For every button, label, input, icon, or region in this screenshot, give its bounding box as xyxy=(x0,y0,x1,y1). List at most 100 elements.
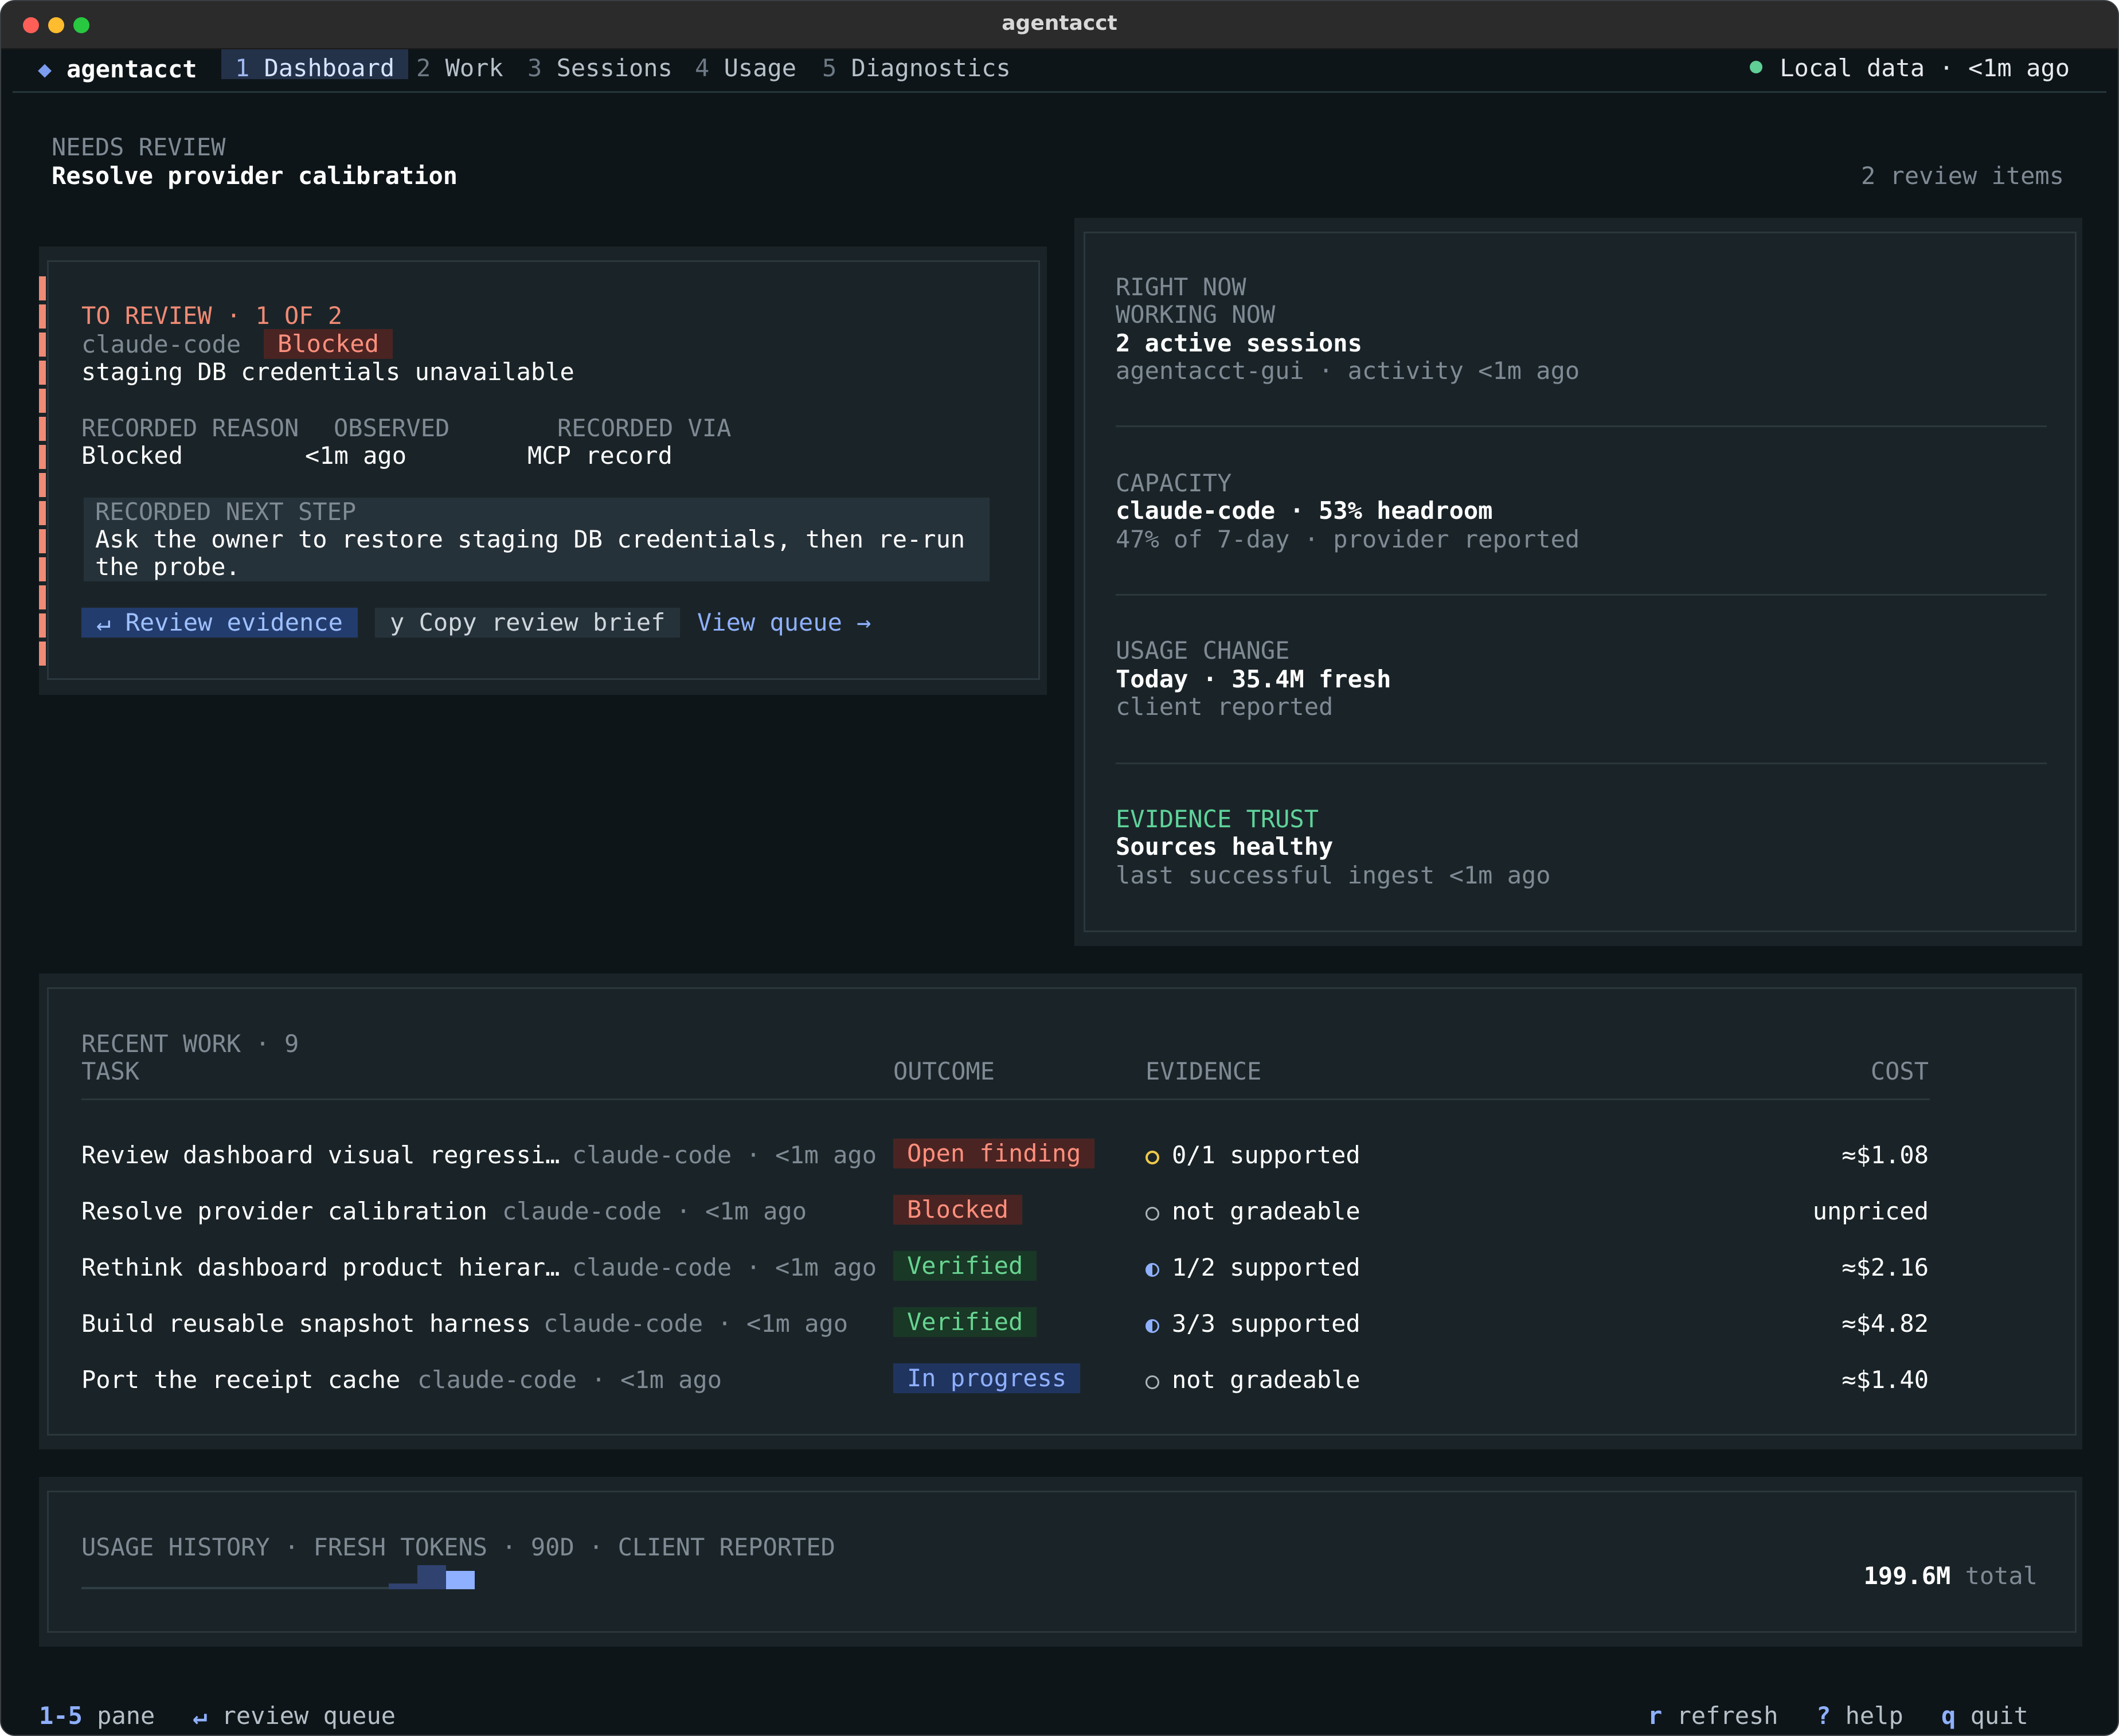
evidence-text: 3/3 supported xyxy=(1172,1309,1360,1338)
review-evidence-button[interactable]: ↵ Review evidence xyxy=(81,608,358,638)
observed-value: <1m ago xyxy=(305,441,407,470)
review-heading: TO REVIEW · 1 OF 2 xyxy=(81,302,343,330)
tab-label: Dashboard xyxy=(264,54,395,82)
view-queue-link[interactable]: View queue → xyxy=(697,608,871,638)
evidence-trust-value: Sources healthy xyxy=(1116,832,1334,861)
status-dot-icon xyxy=(1750,61,1762,73)
task-title: Port the receipt cache xyxy=(81,1366,401,1394)
hint-key: q xyxy=(1941,1702,1956,1730)
outcome-badge: Verified xyxy=(893,1307,1037,1337)
tab-sessions[interactable]: 3 Sessions xyxy=(527,49,673,82)
task-title: Resolve provider calibration xyxy=(81,1197,488,1225)
hint-pane[interactable]: 1-5 pane xyxy=(39,1702,155,1730)
task-title: Build reusable snapshot harness xyxy=(81,1309,531,1338)
sparkline-bar xyxy=(417,1565,446,1589)
working-now-label: WORKING NOW xyxy=(1116,300,1276,329)
capacity-label: CAPACITY xyxy=(1116,469,1232,497)
right-now-label: RIGHT NOW xyxy=(1116,273,1246,301)
partial-evidence-icon xyxy=(1145,1151,1159,1164)
working-now-value: 2 active sessions xyxy=(1116,329,1362,357)
tab-label: Work xyxy=(445,54,503,82)
usage-history-card xyxy=(47,1491,2077,1633)
evidence-trust-sub: last successful ingest <1m ago xyxy=(1116,861,1551,889)
column-header-outcome: OUTCOME xyxy=(893,1057,995,1085)
evidence-text: not gradeable xyxy=(1172,1197,1360,1225)
divider xyxy=(1116,425,2047,427)
evidence-text: not gradeable xyxy=(1172,1366,1360,1394)
task-meta: claude-code · <1m ago xyxy=(417,1366,722,1394)
usage-total-value: 199.6M xyxy=(1863,1562,1951,1590)
hint-label: refresh xyxy=(1676,1702,1778,1730)
tab-dashboard[interactable]: 1 Dashboard xyxy=(221,49,409,82)
task-title: Rethink dashboard product hierar… xyxy=(81,1253,560,1281)
sparkline-bar xyxy=(389,1583,417,1589)
task-meta: claude-code · <1m ago xyxy=(502,1197,807,1225)
usage-change-label: USAGE CHANGE xyxy=(1116,636,1290,664)
hint-review-queue[interactable]: ↵ review queue xyxy=(193,1702,396,1730)
status-badge: Blocked xyxy=(264,329,393,359)
hint-label: review queue xyxy=(221,1702,396,1730)
hint-help[interactable]: ? help xyxy=(1816,1702,1903,1730)
capacity-value: claude-code · 53% headroom xyxy=(1116,496,1493,525)
hint-label: help xyxy=(1845,1702,1903,1730)
column-header-evidence: EVIDENCE xyxy=(1145,1057,1262,1085)
task-cost: ≈$4.82 xyxy=(1842,1309,1929,1338)
recorded-via-label: RECORDED VIA xyxy=(557,414,732,442)
hint-quit[interactable]: q quit xyxy=(1941,1702,2028,1730)
copy-review-brief-button[interactable]: y Copy review brief xyxy=(375,608,681,638)
task-meta: claude-code · <1m ago xyxy=(572,1253,877,1281)
sparkline-bar xyxy=(446,1571,475,1589)
outcome-badge: Blocked xyxy=(893,1195,1023,1225)
hint-key: r xyxy=(1648,1702,1663,1730)
recorded-reason-value: Blocked xyxy=(81,441,183,470)
usage-change-value: Today · 35.4M fresh xyxy=(1116,665,1391,693)
next-step-line-1: Ask the owner to restore staging DB cred… xyxy=(95,525,965,553)
divider xyxy=(1116,763,2047,764)
diamond-icon: ◆ xyxy=(38,56,52,83)
recorded-via-value: MCP record xyxy=(527,441,673,470)
title-bar: agentacct xyxy=(1,1,2118,49)
app-brand: agentacct xyxy=(67,55,197,83)
working-now-sub: agentacct-gui · activity <1m ago xyxy=(1116,357,1580,385)
hint-refresh[interactable]: r refresh xyxy=(1648,1702,1778,1730)
hint-key: 1-5 xyxy=(39,1702,83,1730)
tab-number: 3 xyxy=(527,54,542,82)
evidence-text: 0/1 supported xyxy=(1172,1141,1360,1169)
usage-total-label: total xyxy=(1965,1562,2038,1590)
capacity-sub: 47% of 7-day · provider reported xyxy=(1116,525,1580,553)
table-header-divider xyxy=(81,1098,1930,1100)
recent-work-title: RECENT WORK · 9 xyxy=(81,1030,299,1058)
task-cost: ≈$1.40 xyxy=(1842,1366,1929,1394)
tab-number: 4 xyxy=(695,54,710,82)
column-header-cost: COST xyxy=(1870,1057,1929,1085)
column-header-task: TASK xyxy=(81,1057,140,1085)
task-cost: ≈$1.08 xyxy=(1842,1141,1929,1169)
usage-sparkline xyxy=(81,1565,475,1589)
next-step-line-2: the probe. xyxy=(95,553,240,581)
review-summary: staging DB credentials unavailable xyxy=(81,358,574,386)
hint-label: quit xyxy=(1970,1702,2028,1730)
tab-label: Sessions xyxy=(556,54,673,82)
evidence-trust-label: EVIDENCE TRUST xyxy=(1116,805,1319,833)
key-hints-footer: 1-5 pane ↵ review queue r refresh ? help… xyxy=(1,1695,2118,1735)
divider xyxy=(1116,594,2047,596)
usage-change-sub: client reported xyxy=(1116,693,1334,721)
outcome-badge: Open finding xyxy=(893,1139,1095,1168)
tab-number: 1 xyxy=(235,54,250,82)
outcome-badge: Verified xyxy=(893,1251,1037,1281)
evidence-text: 1/2 supported xyxy=(1172,1253,1360,1281)
half-circle-icon xyxy=(1145,1319,1159,1333)
section-label: NEEDS REVIEW xyxy=(52,133,226,161)
page-title: Resolve provider calibration xyxy=(52,162,458,190)
tab-diagnostics[interactable]: 5 Diagnostics xyxy=(822,49,1011,82)
tab-work[interactable]: 2 Work xyxy=(416,49,503,82)
task-cost: ≈$2.16 xyxy=(1842,1253,1929,1281)
tab-label: Usage xyxy=(724,54,797,82)
observed-label: OBSERVED xyxy=(334,414,450,442)
tab-label: Diagnostics xyxy=(851,54,1011,82)
task-meta: claude-code · <1m ago xyxy=(572,1141,877,1169)
tab-usage[interactable]: 4 Usage xyxy=(695,49,797,82)
top-nav: ◆ agentacct 1 Dashboard 2 Work 3 Session… xyxy=(13,49,2106,93)
hint-label: pane xyxy=(97,1702,155,1730)
tab-number: 2 xyxy=(416,54,431,82)
